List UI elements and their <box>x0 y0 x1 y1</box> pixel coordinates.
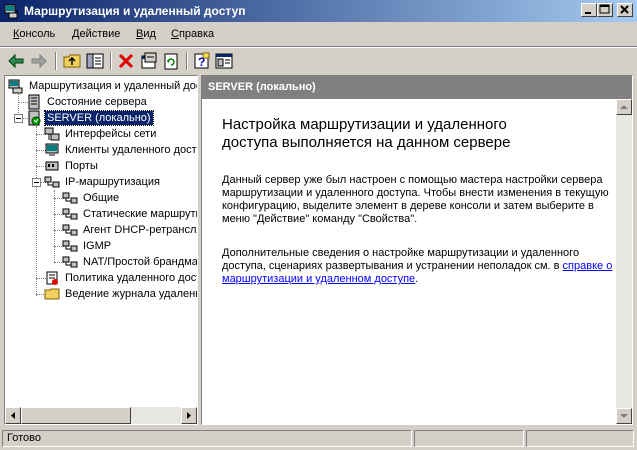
minimize-button[interactable] <box>581 3 597 17</box>
routing-app-icon <box>4 4 19 19</box>
toolbar-separator <box>55 52 57 70</box>
arrow-right-icon <box>187 412 191 419</box>
folder-icon <box>44 288 60 300</box>
minimize-icon <box>585 12 591 14</box>
status-bar: Готово <box>0 428 637 450</box>
ports-icon <box>45 161 59 171</box>
igmp-icon <box>62 240 78 252</box>
status-cell-main: Готово <box>2 430 412 447</box>
arrow-left-icon <box>11 412 15 419</box>
maximize-icon <box>599 4 610 14</box>
ip-routing-icon <box>44 176 60 188</box>
window-title: Маршрутизация и удаленный доступ <box>24 4 246 18</box>
tree-item-label: IGMP <box>83 240 112 252</box>
details-header-title: SERVER (локально) <box>208 81 316 93</box>
close-button[interactable] <box>617 3 633 17</box>
tree-item-label: SERVER (локально) <box>44 110 154 126</box>
console-tree[interactable]: Маршрутизация и удаленный доступ Состоян… <box>4 75 198 425</box>
tree-line <box>54 190 55 262</box>
expand-collapse-toggle[interactable] <box>14 114 23 123</box>
back-arrow-icon[interactable] <box>6 51 26 71</box>
toolbar: ? <box>0 47 637 74</box>
status-cell <box>414 430 524 447</box>
details-vertical-scrollbar[interactable] <box>616 99 632 424</box>
tree-item-label: Клиенты удаленного доступа <box>65 144 197 156</box>
tree-item-label: Агент DHCP-ретрансляции <box>83 224 197 236</box>
scroll-left-button[interactable] <box>5 407 21 424</box>
tree-line <box>36 126 37 296</box>
menu-view[interactable]: Вид <box>136 28 156 40</box>
scroll-right-button[interactable] <box>181 407 197 424</box>
refresh-icon[interactable] <box>161 51 181 71</box>
nat-firewall-icon <box>62 256 78 268</box>
tree-item-label: Ведение журнала удаленного доступа <box>65 288 197 300</box>
policy-icon <box>46 271 58 285</box>
tree-item-label: Общие <box>83 192 120 204</box>
forward-arrow-icon[interactable] <box>29 51 49 71</box>
tree-item-label: IP-маршрутизация <box>65 176 160 188</box>
network-interfaces-icon <box>44 127 60 141</box>
title-bar[interactable]: Маршрутизация и удаленный доступ <box>0 0 637 22</box>
status-text: Готово <box>7 432 41 444</box>
routing-root-icon <box>8 79 23 94</box>
arrow-up-icon <box>620 105 628 109</box>
tree-item-label: Маршрутизация и удаленный доступ <box>29 80 197 92</box>
toolbar-separator <box>186 52 188 70</box>
menu-console[interactable]: Консоль <box>13 28 55 40</box>
maximize-button[interactable] <box>597 3 613 17</box>
tree-line <box>18 94 19 115</box>
properties-icon[interactable] <box>139 51 159 71</box>
menu-help[interactable]: Справка <box>171 28 214 40</box>
details-pane: SERVER (локально) Настройка маршрутизаци… <box>201 75 633 425</box>
delete-icon[interactable] <box>116 51 136 71</box>
general-icon <box>62 192 78 204</box>
server-icon <box>28 110 41 126</box>
help-icon[interactable]: ? <box>192 51 212 71</box>
tree-item-label: Интерфейсы сети <box>65 128 157 140</box>
menu-action[interactable]: Действие <box>72 28 120 40</box>
status-cell <box>526 430 634 447</box>
details-heading: Настройка маршрутизации и удаленного дос… <box>222 116 511 151</box>
tree-item-label: Статические маршруты <box>83 208 198 220</box>
tree-item-label: NAT/Простой брандмауэр <box>83 256 198 268</box>
details-paragraph: Данный сервер уже был настроен с помощью… <box>222 174 609 225</box>
console-tree-icon[interactable] <box>214 51 234 71</box>
remote-clients-icon <box>45 143 59 156</box>
details-header: SERVER (локально) <box>202 76 632 99</box>
scroll-up-button[interactable] <box>616 99 632 115</box>
dhcp-agent-icon <box>62 224 78 236</box>
expand-collapse-toggle[interactable] <box>32 178 41 187</box>
close-icon <box>620 5 629 14</box>
arrow-down-icon <box>620 414 628 418</box>
tree-item-label: Состояние сервера <box>47 96 147 108</box>
tree-item-label: Порты <box>65 160 98 172</box>
tree-horizontal-scrollbar[interactable] <box>5 407 197 424</box>
toolbar-separator <box>110 52 112 70</box>
scroll-down-button[interactable] <box>616 408 632 424</box>
menu-bar: Консоль Действие Вид Справка <box>0 22 637 47</box>
scroll-thumb[interactable] <box>21 407 131 424</box>
tree-item-label: Политика удаленного доступа <box>65 272 197 284</box>
static-routes-icon <box>62 208 78 220</box>
server-status-icon <box>28 94 40 110</box>
details-paragraph-help: Дополнительные сведения о настройке марш… <box>222 247 613 285</box>
show-hide-tree-icon[interactable] <box>85 51 105 71</box>
up-folder-icon[interactable] <box>62 51 82 71</box>
